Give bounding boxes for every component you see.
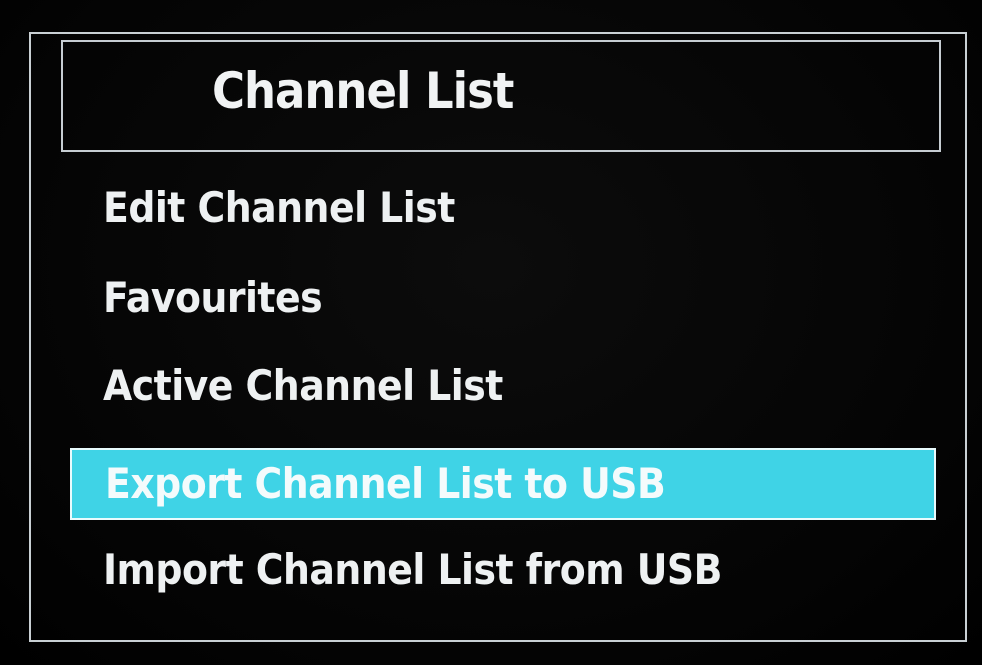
menu-item-export-channel-list-to-usb[interactable]: Export Channel List to USB [70, 448, 936, 520]
menu-item-favourites[interactable]: Favourites [70, 262, 936, 334]
menu-item-edit-channel-list[interactable]: Edit Channel List [70, 172, 936, 244]
tv-screen: Channel List Edit Channel List Favourite… [0, 0, 982, 665]
menu-item-active-channel-list[interactable]: Active Channel List [70, 350, 936, 422]
menu-item-import-channel-list-from-usb[interactable]: Import Channel List from USB [70, 534, 936, 606]
menu-title: Channel List [212, 62, 514, 120]
